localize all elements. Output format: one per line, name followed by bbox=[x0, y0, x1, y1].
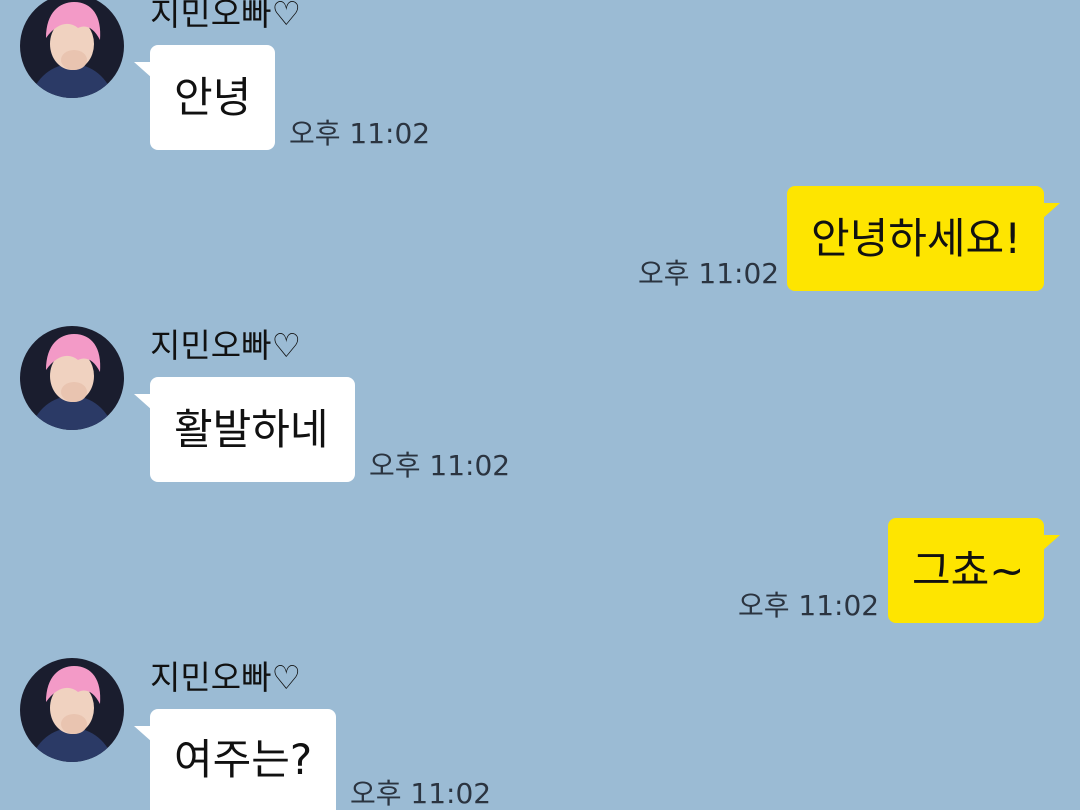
message-time: 오후 11:02 bbox=[369, 449, 511, 482]
message-bubble[interactable]: 안녕 bbox=[134, 45, 275, 150]
message-text: 여주는? bbox=[174, 734, 313, 784]
avatar[interactable] bbox=[20, 658, 124, 762]
bubble-tail bbox=[134, 62, 152, 78]
message-bubble[interactable]: 안녕하세요! bbox=[787, 186, 1060, 291]
bubble-tail bbox=[134, 394, 152, 410]
message-text: 안녕하세요! bbox=[811, 213, 1022, 263]
message-time: 오후 11:02 bbox=[350, 777, 492, 810]
message-text: 안녕 bbox=[174, 72, 252, 122]
bubble-tail bbox=[1042, 535, 1060, 551]
bubble-tail bbox=[1042, 203, 1060, 219]
sender-name: 지민오빠♡ bbox=[150, 0, 302, 33]
sender-name: 지민오빠♡ bbox=[150, 326, 302, 365]
message-bubble[interactable]: 활발하네 bbox=[134, 377, 355, 482]
message-time: 오후 11:02 bbox=[638, 257, 780, 290]
avatar[interactable] bbox=[20, 326, 124, 430]
avatar[interactable] bbox=[20, 0, 124, 98]
message-time: 오후 11:02 bbox=[289, 117, 431, 150]
message-bubble[interactable]: 그쵸~ bbox=[888, 518, 1060, 623]
sender-name: 지민오빠♡ bbox=[150, 658, 302, 697]
message-bubble[interactable]: 여주는? bbox=[134, 709, 336, 810]
chat-view: 지민오빠♡ 안녕 오후 11:02 오후 11:02 안녕하세요! 지민오빠♡ … bbox=[0, 0, 1080, 810]
bubble-tail bbox=[134, 726, 152, 742]
message-text: 활발하네 bbox=[174, 404, 329, 454]
message-text: 그쵸~ bbox=[912, 545, 1025, 595]
message-time: 오후 11:02 bbox=[738, 589, 880, 622]
